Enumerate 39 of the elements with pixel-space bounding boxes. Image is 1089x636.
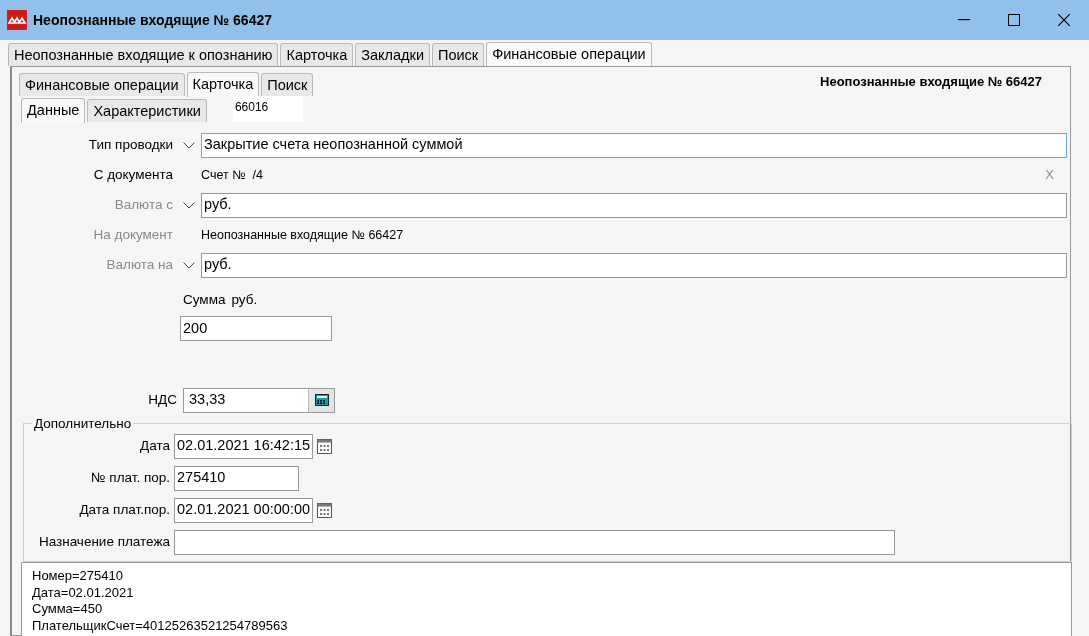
tab[interactable]: Данные	[21, 98, 86, 123]
window-title: Неопознанные входящие № 66427	[33, 10, 272, 30]
date-field[interactable]: 02.01.2021 00:00:00	[174, 497, 313, 523]
calendar-icon[interactable]	[317, 502, 332, 519]
vat-field[interactable]: 33,33	[183, 387, 335, 413]
field-label: Дата	[139, 437, 171, 456]
tab[interactable]: Поиск	[261, 73, 314, 96]
currency-label: руб.	[231, 291, 258, 309]
dropdown-field[interactable]: Закрытие счета неопознанной суммой	[201, 132, 1067, 158]
field-label: На документ	[92, 225, 174, 244]
header-title: Неопознанные входящие № 66427	[820, 73, 1042, 91]
document-link[interactable]: Счет № /4	[201, 165, 263, 185]
field-label: Назначение платежа	[37, 533, 171, 552]
memo-text: Номер=275410 Дата=02.01.2021 Сумма=450 ПлательщикСчет=40125263521254789563	[21, 562, 1072, 636]
tab[interactable]: Закладки	[355, 43, 430, 66]
app-logo-icon	[7, 10, 27, 30]
field-label: № плат. пор.	[90, 469, 171, 488]
tab[interactable]: Неопознанные входящие к опознанию	[8, 43, 279, 66]
sum-field[interactable]: 200	[180, 316, 332, 342]
field-label: Дата плат.пор.	[78, 501, 171, 520]
field-label: НДС	[147, 391, 178, 410]
calculator-icon[interactable]	[308, 388, 334, 412]
tab[interactable]: Финансовые операции	[486, 42, 652, 67]
input-field[interactable]: 275410	[174, 465, 299, 491]
tab[interactable]: Финансовые операции	[19, 73, 185, 96]
field-label: С документа	[92, 165, 174, 184]
field-label: Тип проводки	[87, 135, 174, 154]
tab[interactable]: Характеристики	[87, 99, 207, 122]
sum-label: Сумма	[183, 291, 226, 309]
tab[interactable]: Карточка	[280, 43, 354, 66]
tab[interactable]: Поиск	[432, 43, 485, 66]
date-field[interactable]: 02.01.2021 16:42:15	[174, 433, 313, 459]
field-value: 33,33	[189, 390, 226, 410]
tab[interactable]: Карточка	[186, 72, 260, 97]
field-label: Валюта на	[105, 255, 174, 274]
field-label: Валюта с	[113, 195, 174, 214]
input-field[interactable]	[174, 529, 895, 555]
record-id: 66016	[232, 96, 303, 122]
calendar-icon[interactable]	[317, 438, 332, 455]
